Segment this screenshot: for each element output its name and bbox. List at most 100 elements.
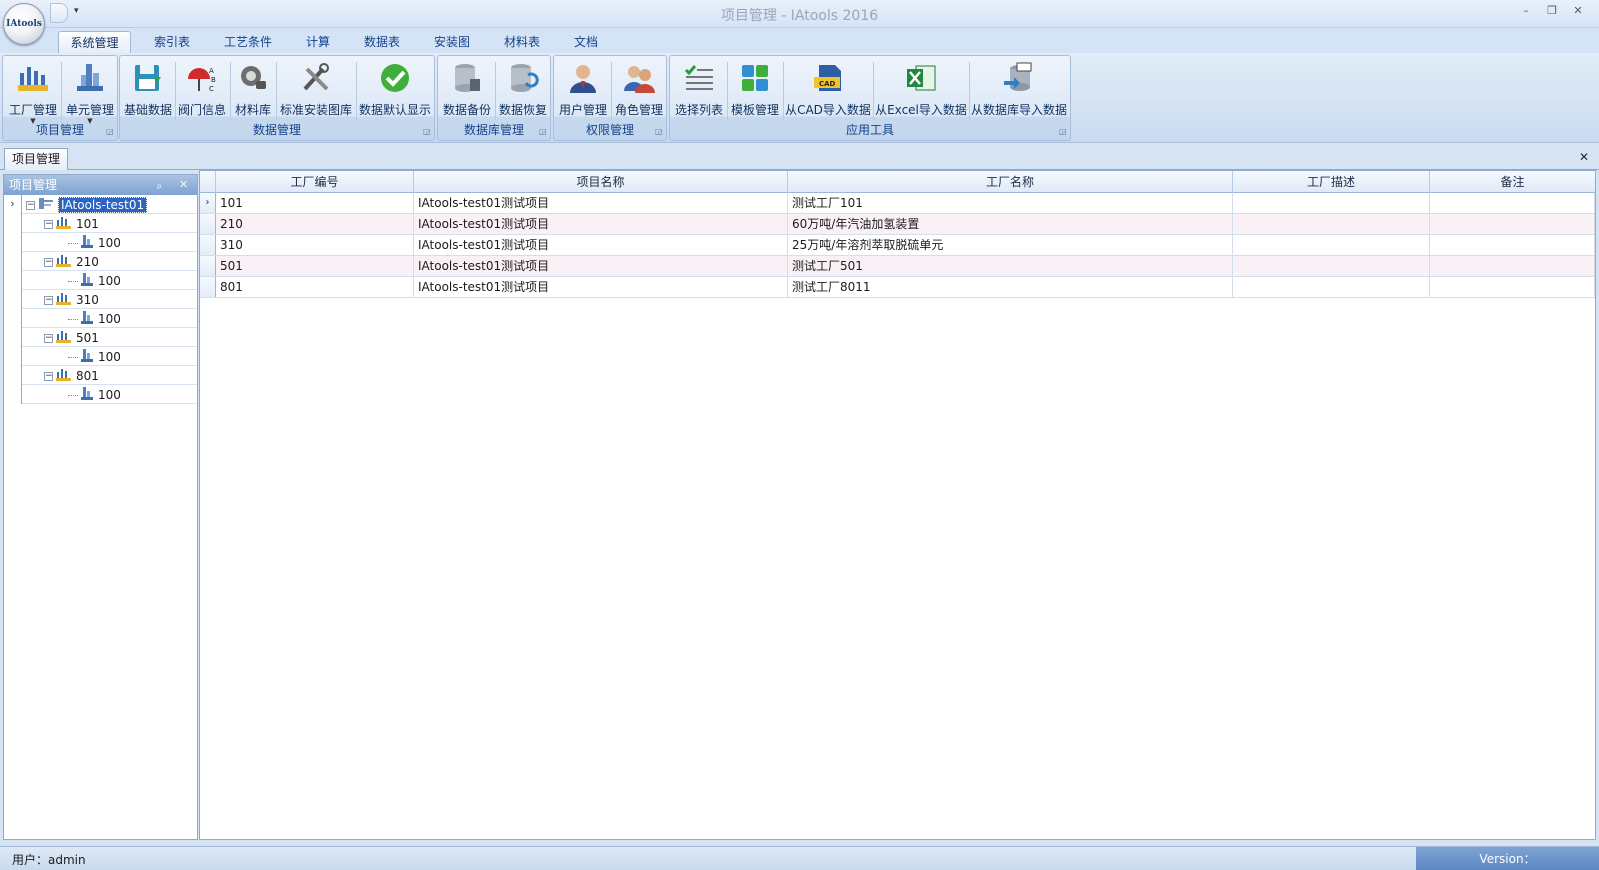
column-header-plant-code[interactable]: 工厂编号 xyxy=(216,171,414,193)
table-cell-name[interactable]: 测试工厂501 xyxy=(788,256,1233,276)
table-cell-note[interactable] xyxy=(1430,235,1595,255)
tab-system-management[interactable]: 系统管理 xyxy=(58,31,131,53)
tab-data-sheet[interactable]: 数据表 xyxy=(352,31,412,53)
tab-installation-drawing[interactable]: 安装图 xyxy=(422,31,482,53)
table-cell-name[interactable]: 测试工厂101 xyxy=(788,193,1233,213)
tree-row[interactable]: 100 xyxy=(4,347,197,366)
collapse-icon[interactable]: − xyxy=(44,334,53,343)
tree-node[interactable]: − IAtools-test01 xyxy=(26,196,148,213)
material-library-button[interactable]: 材料库 xyxy=(231,58,275,124)
row-indicator[interactable] xyxy=(200,256,216,276)
unit-management-button[interactable]: 单元管理 ▼ xyxy=(62,58,118,125)
table-row[interactable]: 210 IAtools-test01测试项目 60万吨/年汽油加氢装置 xyxy=(200,214,1595,235)
table-cell-code[interactable]: 801 xyxy=(216,277,414,297)
import-from-database-button[interactable]: 从数据库导入数据 xyxy=(970,58,1068,124)
tab-material-list[interactable]: 材料表 xyxy=(492,31,552,53)
data-backup-button[interactable]: 数据备份 xyxy=(440,58,494,124)
tree-node[interactable]: − 310 xyxy=(44,291,99,308)
tab-index-table[interactable]: 索引表 xyxy=(141,31,203,53)
table-cell-desc[interactable] xyxy=(1233,214,1430,234)
table-cell-name[interactable]: 60万吨/年汽油加氢装置 xyxy=(788,214,1233,234)
table-cell-note[interactable] xyxy=(1430,256,1595,276)
dialog-launcher-icon[interactable]: ◲ xyxy=(106,128,115,137)
restore-button[interactable]: ❐ xyxy=(1542,4,1562,22)
tree-node[interactable]: 100 xyxy=(68,310,121,327)
row-indicator[interactable] xyxy=(200,235,216,255)
tree-row[interactable]: − 310 xyxy=(4,290,197,309)
collapse-icon[interactable]: − xyxy=(44,258,53,267)
data-default-display-button[interactable]: 数据默认显示 xyxy=(357,58,433,124)
table-cell-desc[interactable] xyxy=(1233,277,1430,297)
tree-node[interactable]: − 501 xyxy=(44,329,99,346)
tree-node[interactable]: 100 xyxy=(68,348,121,365)
current-row-indicator-icon[interactable]: › xyxy=(200,193,216,213)
table-cell-code[interactable]: 310 xyxy=(216,235,414,255)
tree-row[interactable]: − 101 xyxy=(4,214,197,233)
column-header-project-name[interactable]: 项目名称 xyxy=(414,171,788,193)
collapse-icon[interactable]: − xyxy=(44,372,53,381)
tab-calculation[interactable]: 计算 xyxy=(294,31,342,53)
tree-row[interactable]: − 210 xyxy=(4,252,197,271)
tree-node[interactable]: 100 xyxy=(68,272,121,289)
tree-node[interactable]: − 101 xyxy=(44,215,99,232)
dialog-launcher-icon[interactable]: ◲ xyxy=(1059,128,1068,137)
tree-row[interactable]: − 801 xyxy=(4,366,197,385)
column-header-remarks[interactable]: 备注 xyxy=(1430,171,1595,193)
row-indicator[interactable] xyxy=(200,214,216,234)
close-document-icon[interactable]: ✕ xyxy=(1579,150,1589,164)
template-management-button[interactable]: 模板管理 xyxy=(728,58,782,124)
table-cell-code[interactable]: 210 xyxy=(216,214,414,234)
user-management-button[interactable]: 用户管理 xyxy=(556,58,610,124)
collapse-icon[interactable]: − xyxy=(44,296,53,305)
table-row[interactable]: 310 IAtools-test01测试项目 25万吨/年溶剂萃取脱硫单元 xyxy=(200,235,1595,256)
standard-drawing-library-button[interactable]: 标准安装图库 xyxy=(277,58,355,124)
import-from-excel-button[interactable]: 从Excel导入数据 xyxy=(874,58,968,124)
tree-row[interactable]: 100 xyxy=(4,385,197,404)
table-cell-project[interactable]: IAtools-test01测试项目 xyxy=(414,277,788,297)
table-cell-project[interactable]: IAtools-test01测试项目 xyxy=(414,193,788,213)
table-row[interactable]: 501 IAtools-test01测试项目 测试工厂501 xyxy=(200,256,1595,277)
collapse-icon[interactable]: − xyxy=(44,220,53,229)
dialog-launcher-icon[interactable]: ◲ xyxy=(423,128,432,137)
tree-row[interactable]: 100 xyxy=(4,233,197,252)
row-indicator[interactable] xyxy=(200,277,216,297)
tab-documents[interactable]: 文档 xyxy=(562,31,610,53)
valve-info-button[interactable]: A B C 阀门信息 xyxy=(176,58,228,124)
table-row[interactable]: 801 IAtools-test01测试项目 测试工厂8011 xyxy=(200,277,1595,298)
table-cell-project[interactable]: IAtools-test01测试项目 xyxy=(414,256,788,276)
tree-node[interactable]: − 801 xyxy=(44,367,99,384)
dialog-launcher-icon[interactable]: ◲ xyxy=(539,128,548,137)
document-tab-project-management[interactable]: 项目管理 xyxy=(4,148,68,170)
table-cell-project[interactable]: IAtools-test01测试项目 xyxy=(414,235,788,255)
column-header-plant-name[interactable]: 工厂名称 xyxy=(788,171,1233,193)
dialog-launcher-icon[interactable]: ◲ xyxy=(655,128,664,137)
data-restore-button[interactable]: 数据恢复 xyxy=(496,58,550,124)
pin-icon[interactable]: ₚ xyxy=(157,175,162,195)
close-window-button[interactable]: ✕ xyxy=(1568,4,1588,22)
close-panel-icon[interactable]: ✕ xyxy=(179,175,188,195)
collapse-icon[interactable]: − xyxy=(26,201,35,210)
tree-row[interactable]: 100 xyxy=(4,271,197,290)
column-header-plant-description[interactable]: 工厂描述 xyxy=(1233,171,1430,193)
table-cell-code[interactable]: 501 xyxy=(216,256,414,276)
tree-node[interactable]: 100 xyxy=(68,386,121,403)
plant-management-button[interactable]: 工厂管理 ▼ xyxy=(5,58,61,125)
table-cell-desc[interactable] xyxy=(1233,235,1430,255)
table-cell-desc[interactable] xyxy=(1233,256,1430,276)
tree-row[interactable]: 100 xyxy=(4,309,197,328)
table-cell-note[interactable] xyxy=(1430,214,1595,234)
table-cell-note[interactable] xyxy=(1430,193,1595,213)
minimize-button[interactable]: – xyxy=(1516,4,1536,22)
table-cell-project[interactable]: IAtools-test01测试项目 xyxy=(414,214,788,234)
basic-data-button[interactable]: 基础数据 xyxy=(122,58,174,124)
table-cell-note[interactable] xyxy=(1430,277,1595,297)
table-row[interactable]: › 101 IAtools-test01测试项目 测试工厂101 xyxy=(200,193,1595,214)
tab-process-conditions[interactable]: 工艺条件 xyxy=(212,31,284,53)
select-list-button[interactable]: 选择列表 xyxy=(672,58,726,124)
table-cell-code[interactable]: 101 xyxy=(216,193,414,213)
tree-node[interactable]: 100 xyxy=(68,234,121,251)
import-from-cad-button[interactable]: CAD 从CAD导入数据 xyxy=(784,58,872,124)
table-cell-name[interactable]: 测试工厂8011 xyxy=(788,277,1233,297)
tree-node[interactable]: − 210 xyxy=(44,253,99,270)
tree-row[interactable]: › − IAtools-test01 xyxy=(4,195,197,214)
